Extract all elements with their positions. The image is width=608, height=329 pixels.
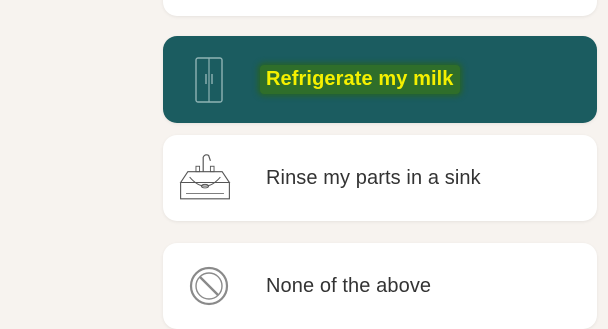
- option-card-sink[interactable]: Rinse my parts in a sink: [163, 135, 597, 221]
- option-card-refrigerate[interactable]: Refrigerate my milk: [163, 36, 597, 123]
- option-label-refrigerate: Refrigerate my milk: [260, 65, 460, 94]
- option-card-none[interactable]: None of the above: [163, 243, 597, 329]
- sink-icon: [179, 154, 233, 202]
- refrigerator-icon: [185, 56, 233, 104]
- option-card-partial[interactable]: [163, 0, 597, 16]
- option-label-sink: Rinse my parts in a sink: [266, 166, 481, 189]
- prohibited-icon: [185, 262, 233, 310]
- option-label-none: None of the above: [266, 274, 432, 297]
